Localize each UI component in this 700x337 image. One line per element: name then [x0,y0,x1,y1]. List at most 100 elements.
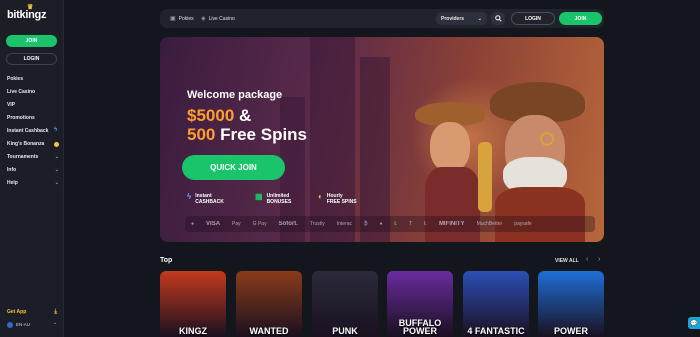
download-icon: ⤓ [54,309,57,315]
sidebar-item-kings-bonanza[interactable]: King's Bonanza [7,137,59,150]
top-games-row: KINGZ WANTED PUNK BUFFALO POWER 4 FANTAS… [160,271,604,337]
sidebar-item-label: Help [7,180,18,187]
sidebar-item-info[interactable]: Info ⌄ [7,164,59,177]
providers-label: Providers [441,15,465,22]
banner-amount: $5000 & [187,106,251,126]
banner-spins: 500 Free Spins [187,125,307,145]
sidebar-item-tournaments[interactable]: Tournaments ⌄ [7,151,59,164]
sidebar-item-live-casino[interactable]: Live Casino [7,85,59,98]
game-title: BUFFALO POWER [398,318,442,336]
topbar-join-button[interactable]: JOIN [559,12,602,25]
sidebar-item-promotions[interactable]: Promotions [7,111,59,124]
game-card[interactable]: BUFFALO POWER [387,271,453,337]
game-title: PUNK [332,326,358,336]
search-icon [494,15,502,22]
banner-building [360,57,390,242]
topbar-pokies-link[interactable]: ▣ Pokies [170,9,194,28]
game-card[interactable]: POWER [538,271,604,337]
perk-hourly-free-spins: ◐ Hourly FREE SPINS [318,192,357,206]
bolt-icon: ϟ [187,192,192,201]
sidebar-item-label: VIP [7,101,16,108]
payment-methods-row: ● VISA Pay G Pay Sofort. Trustly Interac… [185,216,595,232]
banner-spins-label: Free Spins [215,125,308,144]
get-app-label: Get App [7,309,27,315]
monocle-icon [540,132,554,146]
coin-icon [54,141,59,147]
game-card[interactable]: WANTED [236,271,302,337]
payment-logo: Pay [232,221,241,227]
topbar-live-casino-link[interactable]: ◈ Live Casino [201,9,235,28]
chat-icon[interactable]: 💬 [688,317,700,329]
sidebar-item-label: Tournaments [7,154,39,161]
chevron-down-icon: ⌄ [477,15,482,22]
providers-dropdown[interactable]: Providers ⌄ [436,12,487,25]
section-title-top: Top [160,257,173,264]
brand-logo[interactable]: ♛ bitkingz [7,4,46,21]
search-button[interactable] [491,12,505,25]
game-card[interactable]: 4 FANTASTIC [463,271,529,337]
sidebar-item-label: Promotions [7,114,35,121]
sidebar-item-label: King's Bonanza [7,141,45,148]
payment-logo: MIFINITY [438,221,465,227]
golden-key [478,142,492,212]
payment-logo: Ł [394,221,398,227]
game-card[interactable]: KINGZ [160,271,226,337]
payment-logo: Sofort. [278,221,298,227]
perk-sub: FREE SPINS [326,199,357,205]
bolt-icon: ϟ [54,127,58,134]
view-all-link[interactable]: VIEW ALL [555,258,579,264]
game-title: 4 FANTASTIC [467,326,525,336]
language-selector[interactable]: EN-AU ⌃ [7,322,57,328]
payment-logo: Ł [424,221,427,227]
payment-logo: Interac [336,221,353,227]
chevron-down-icon: ⌄ [54,180,59,187]
perk-sub: BONUSES [266,199,292,205]
chevron-down-icon: ⌄ [54,167,59,174]
topbar-live-casino-label: Live Casino [208,15,235,22]
banner-welcome-title: Welcome package [187,89,283,101]
banner-amount-join: & [234,106,252,125]
payment-logo: paysafe [514,221,532,227]
banner-spins-value: 500 [187,125,216,144]
game-title: WANTED [249,326,289,336]
sidebar-item-label: Instant Cashback [7,127,49,134]
payment-logo: VISA [206,221,221,227]
gift-icon: ▦ [255,192,263,201]
quick-join-button[interactable]: QUICK JOIN [182,155,285,180]
sidebar-item-instant-cashback[interactable]: Instant Cashback ϟ [7,124,59,137]
payment-logo: T [409,221,413,227]
sidebar-nav: Pokies Live Casino VIP Promotions Instan… [7,72,59,190]
chevron-up-icon: ⌃ [53,322,57,327]
perk-instant-cashback: ϟ Instant CASHBACK [187,192,224,206]
chip-icon: ◈ [201,16,206,22]
sidebar-item-pokies[interactable]: Pokies [7,72,59,85]
game-card[interactable]: PUNK [312,271,378,337]
sidebar-item-label: Info [7,167,17,174]
prospector-body [495,187,585,242]
topbar-login-button[interactable]: LOGIN [511,12,555,25]
sidebar-item-label: Pokies [7,75,24,82]
slots-icon: ▣ [170,16,176,22]
cowgirl-face [430,122,470,172]
flag-icon [7,322,13,328]
perk-sub: CASHBACK [195,199,224,205]
chevron-right-icon[interactable]: › [598,256,600,263]
payment-logo: MuchBetter [476,221,503,227]
perk-unlimited-bonuses: ▦ Unlimited BONUSES [255,192,292,206]
topbar-pokies-label: Pokies [178,15,194,22]
top-bar: ▣ Pokies ◈ Live Casino Providers ⌄ LOGIN… [160,9,604,28]
banner-building [310,37,355,242]
sidebar-login-button[interactable]: LOGIN [6,53,57,65]
game-title: POWER [553,326,588,336]
chevron-left-icon[interactable]: ‹ [586,256,588,263]
crown-icon: ♛ [27,4,33,11]
banner-amount-value: $5000 [187,106,235,125]
game-title: KINGZ [179,326,207,336]
sidebar: ♛ bitkingz JOIN LOGIN Pokies Live Casino… [0,0,64,337]
sidebar-item-vip[interactable]: VIP [7,98,59,111]
sidebar-join-button[interactable]: JOIN [6,35,57,47]
spin-icon: ◐ [318,192,323,201]
welcome-banner[interactable]: Welcome package $5000 & 500 Free Spins Q… [160,37,604,242]
get-app-link[interactable]: Get App ⤓ [7,309,57,316]
sidebar-item-help[interactable]: Help ⌄ [7,177,59,190]
